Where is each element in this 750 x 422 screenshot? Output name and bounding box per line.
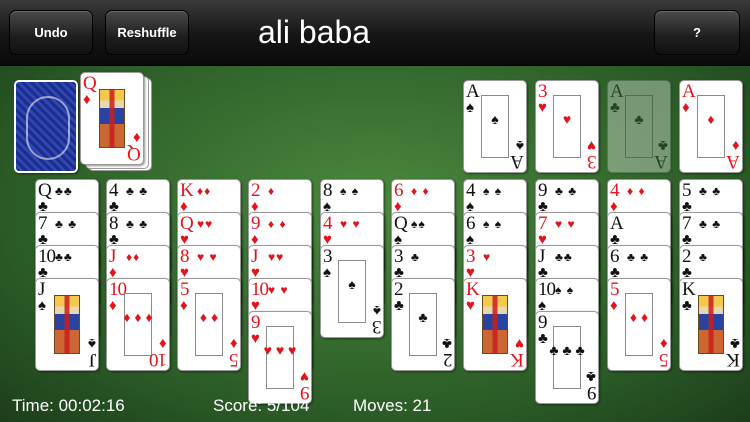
club-pips-icon: ♣ ♣ — [699, 184, 722, 198]
tableau-card[interactable]: 5 ♦ ♦ ♦ ♦ 5 — [177, 278, 241, 371]
card-rank: 2 — [443, 349, 453, 370]
card-rank: K — [511, 349, 524, 370]
club-pips-icon: ♣ — [634, 111, 644, 127]
diamond-pips-icon: ♦ ♦ — [268, 217, 287, 231]
top-toolbar: Undo Reshuffle ali baba ? — [0, 0, 750, 66]
foundation-pile[interactable]: 3 ♥ ♥ ♥ 3 — [535, 80, 599, 173]
club-pips-icon: ♣ ♣ — [627, 250, 650, 264]
club-pips-icon: ♣ ♣ ♣ — [549, 342, 585, 358]
tableau-card[interactable]: 10 ♦ ♦ ♦ ♦ ♦ 10 — [106, 278, 170, 371]
card-rank: Q — [128, 143, 141, 164]
tableau-card[interactable]: 5 ♦ ♦ ♦ ♦ 5 — [607, 278, 671, 371]
score-display: Score: 5/104 — [213, 396, 310, 415]
diamond-pips-icon: ♦♦ — [126, 250, 141, 264]
card-rank: A — [511, 151, 524, 172]
spade-pips-icon: ♠♠ — [411, 217, 426, 231]
diamond-pips-icon: ♦ ♦ — [411, 184, 430, 198]
club-pips-icon: ♣ ♣ — [126, 184, 149, 198]
tableau-card[interactable]: K ♥ ♥ K — [463, 278, 527, 371]
diamond-pips-icon: ♦ ♦ ♦ — [123, 309, 153, 325]
queen-face-art — [99, 89, 125, 148]
card-rank: 5 — [229, 349, 239, 370]
spade-pips-icon: ♠ — [348, 276, 356, 292]
club-pips-icon: ♣ ♣ — [555, 184, 578, 198]
spade-pips-icon: ♠ ♠ — [483, 217, 503, 231]
heart-pips-icon: ♥♥ — [268, 250, 285, 264]
club-pips-icon: ♣ — [411, 250, 420, 264]
help-button[interactable]: ? — [654, 10, 740, 55]
heart-pips-icon: ♥♥ — [197, 217, 214, 231]
heart-pips-icon: ♥ ♥ — [555, 217, 576, 231]
card-rank: A — [727, 151, 740, 172]
club-pips-icon: ♣ ♣ — [699, 217, 722, 231]
club-pips-icon: ♣ — [699, 250, 708, 264]
card-rank: A — [655, 151, 668, 172]
foundation-pile[interactable]: A ♠ ♠ ♠ A — [463, 80, 527, 173]
diamond-pips-icon: ♦ ♦ — [199, 309, 219, 325]
diamond-pips-icon: ♦ ♦ — [627, 184, 646, 198]
tableau-card[interactable]: K ♣ ♣ K — [679, 278, 743, 371]
spade-pips-icon: ♠ ♠ — [555, 283, 575, 297]
waste-top-card[interactable]: Q ♦ ♦ Q — [80, 72, 144, 165]
diamond-pips-icon: ♦♦ — [197, 184, 212, 198]
club-pips-icon: ♣ ♣ — [55, 217, 78, 231]
tableau-card[interactable]: 2 ♣ ♣ ♣ 2 — [391, 278, 455, 371]
moves-display: Moves: 21 — [353, 396, 432, 415]
spade-pips-icon: ♠ — [491, 111, 499, 127]
card-rank: 3 — [587, 151, 597, 172]
diamond-icon: ♦ — [83, 91, 91, 108]
club-pips-icon: ♣ — [418, 309, 428, 325]
heart-pips-icon: ♥ — [562, 111, 572, 127]
court-card-art — [482, 295, 508, 354]
spade-pips-icon: ♠ ♠ — [340, 184, 360, 198]
diamond-pips-icon: ♦ — [268, 184, 276, 198]
card-rank: K — [727, 349, 740, 370]
card-rank: 10 — [150, 349, 167, 370]
tableau-card[interactable]: J ♠ ♠ J — [35, 278, 99, 371]
reshuffle-button[interactable]: Reshuffle — [105, 10, 189, 55]
heart-pips-icon: ♥ ♥ ♥ — [263, 342, 297, 358]
card-rank: J — [89, 349, 96, 370]
card-rank: 3 — [372, 316, 382, 337]
foundation-pile[interactable]: A ♦ ♦ ♦ A — [679, 80, 743, 173]
heart-pips-icon: ♥ ♥ — [268, 283, 289, 297]
heart-pips-icon: ♥ ♥ — [197, 250, 218, 264]
club-pips-icon: ♣ ♣ — [126, 217, 149, 231]
card-rank: 9 — [587, 382, 597, 403]
game-title: ali baba — [258, 14, 371, 50]
club-pips-icon: ♣♣ — [55, 250, 73, 264]
stock-pile[interactable] — [14, 80, 78, 173]
spade-icon: ♠ — [38, 297, 46, 314]
heart-pips-icon: ♥ ♥ — [340, 217, 361, 231]
club-pips-icon: ♣♣ — [555, 250, 573, 264]
tableau-card[interactable]: 9 ♥ ♥ ♥ ♥ ♥ 9 — [248, 311, 312, 404]
club-pips-icon: ♣♣ — [55, 184, 73, 198]
court-card-art — [54, 295, 80, 354]
foundation-pile[interactable]: A ♣ ♣ ♣ A — [607, 80, 671, 173]
tableau-card[interactable]: 9 ♣ ♣ ♣ ♣ ♣ 9 — [535, 311, 599, 404]
diamond-pips-icon: ♦ ♦ — [629, 309, 649, 325]
heart-pips-icon: ♥ — [483, 250, 492, 264]
spade-pips-icon: ♠ ♠ — [483, 184, 503, 198]
tableau-card[interactable]: 3 ♠ ♠ ♠ 3 — [320, 245, 384, 338]
card-rank: 5 — [659, 349, 669, 370]
undo-button[interactable]: Undo — [9, 10, 93, 55]
time-display: Time: 00:02:16 — [12, 396, 125, 415]
heart-icon: ♥ — [466, 297, 475, 314]
diamond-pips-icon: ♦ — [707, 111, 715, 127]
club-icon: ♣ — [682, 297, 692, 314]
court-card-art — [698, 295, 724, 354]
